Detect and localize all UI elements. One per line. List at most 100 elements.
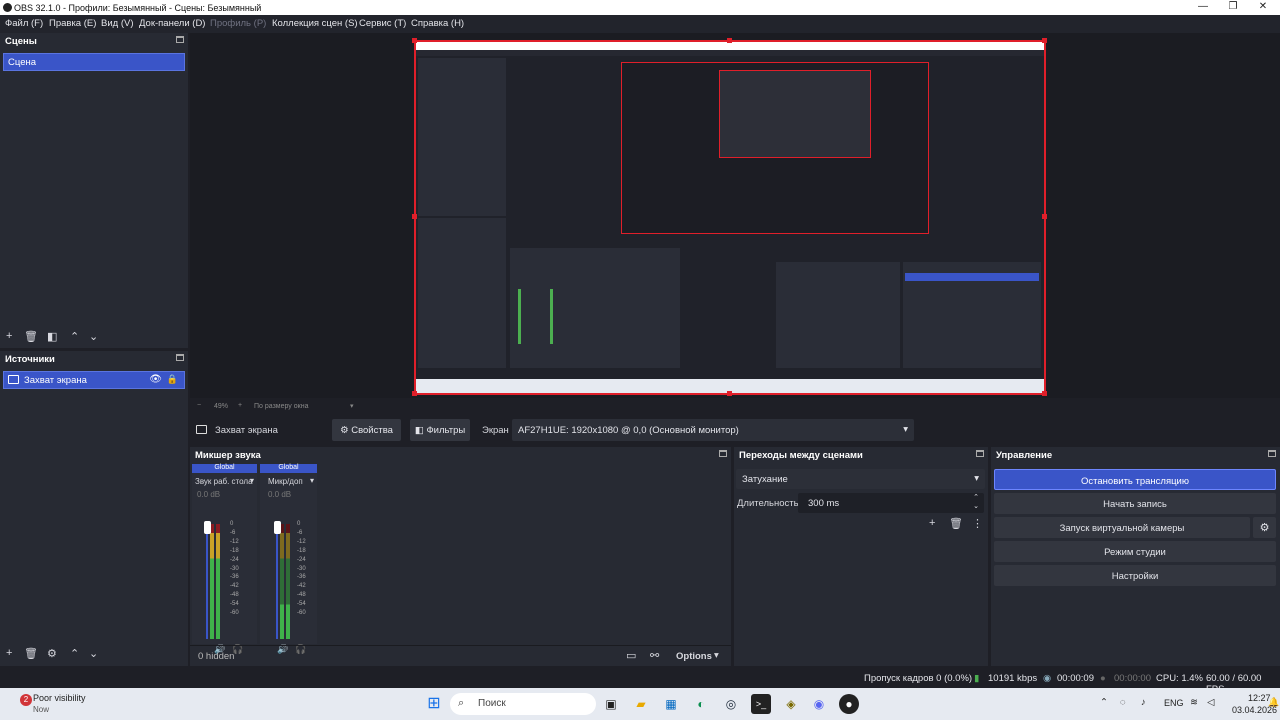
add-scene-icon[interactable]: + xyxy=(6,330,12,342)
properties-button[interactable]: ⚙ Свойства xyxy=(332,419,401,441)
store-icon[interactable]: ▦ xyxy=(661,694,681,714)
chevron-up-icon[interactable]: ⌃ xyxy=(1100,697,1108,708)
remove-scene-icon[interactable]: 🗑 xyxy=(24,330,38,343)
windows-start-icon[interactable]: ⊞ xyxy=(424,694,444,714)
microphone-icon[interactable]: ♪ xyxy=(1141,697,1146,708)
source-item[interactable]: Захват экрана 👁 🔒 xyxy=(3,371,185,389)
filters-button[interactable]: ◧ Фильтры xyxy=(410,419,470,441)
preview-screen-capture[interactable] xyxy=(414,40,1046,395)
screen-select[interactable]: AF27H1UE: 1920x1080 @ 0,0 (Основной мони… xyxy=(512,419,914,441)
maximize-icon[interactable]: ❐ xyxy=(1223,1,1243,12)
menu-file[interactable]: Файл (F) xyxy=(5,18,43,29)
move-down-icon[interactable]: ⌄ xyxy=(89,330,98,343)
window-title: OBS 32.1.0 - Профили: Безымянный - Сцены… xyxy=(14,3,262,13)
zoom-in-icon[interactable]: + xyxy=(238,402,242,409)
close-icon[interactable]: ✕ xyxy=(1253,1,1273,12)
transition-select[interactable]: Затухание ▾ xyxy=(736,469,985,489)
start-record-button[interactable]: Начать запись xyxy=(994,493,1276,514)
transitions-title: Переходы между сценами xyxy=(739,450,863,461)
source-properties-icon[interactable]: ⚙ xyxy=(47,647,57,660)
channel-tag: Global xyxy=(192,464,257,473)
lock-icon[interactable]: 🔒 xyxy=(167,374,178,385)
discord-icon[interactable]: ◉ xyxy=(809,694,829,714)
notifications-icon[interactable]: 🔔 xyxy=(1268,697,1279,708)
remove-source-icon[interactable]: 🗑 xyxy=(24,647,38,660)
weather-title[interactable]: Poor visibility xyxy=(33,693,86,703)
chevron-down-icon[interactable]: ▾ xyxy=(250,476,254,485)
scene-item[interactable]: Сцена xyxy=(3,53,185,71)
monitor-icon xyxy=(196,425,207,434)
menu-view[interactable]: Вид (V) xyxy=(101,18,134,29)
settings-button[interactable]: Настройки xyxy=(994,565,1276,586)
search-box[interactable]: ⌕ Поиск xyxy=(450,693,596,715)
edge-icon[interactable]: ◐ xyxy=(691,694,711,714)
channel-tag: Global xyxy=(260,464,317,473)
filter-scene-icon[interactable]: ◧ xyxy=(47,330,57,343)
more-icon[interactable]: ⋮ xyxy=(972,517,983,530)
task-view-icon[interactable]: ▣ xyxy=(601,694,621,714)
undock-icon[interactable] xyxy=(719,450,727,457)
chevron-down-icon[interactable]: ▾ xyxy=(350,402,354,410)
undock-icon[interactable] xyxy=(1268,450,1276,457)
terminal-icon[interactable]: >_ xyxy=(751,694,771,714)
duration-value: 300 ms xyxy=(808,498,840,509)
options-button[interactable]: Options xyxy=(676,651,712,662)
link-icon[interactable]: ⚯ xyxy=(650,649,659,662)
volume-slider[interactable] xyxy=(274,521,281,534)
menu-scene-collection[interactable]: Коллекция сцен (S) xyxy=(272,18,358,29)
wifi-icon[interactable]: ≋ xyxy=(1190,697,1198,708)
windows-taskbar: 2 Poor visibility Now ⊞ ⌕ Поиск ▣ ▰ ▦ ◐ … xyxy=(0,688,1280,720)
menu-docks[interactable]: Док-панели (D) xyxy=(139,18,205,29)
stop-stream-button[interactable]: Остановить трансляцию xyxy=(994,469,1276,490)
monitor-icon xyxy=(8,375,19,384)
app-icon[interactable]: ◈ xyxy=(781,694,801,714)
chevron-down-icon[interactable]: ▾ xyxy=(310,476,314,485)
add-source-icon[interactable]: + xyxy=(6,647,12,659)
duration-label: Длительность xyxy=(737,498,799,509)
language-indicator[interactable]: ENG xyxy=(1164,698,1184,708)
sources-dock: Источники Захват экрана 👁 🔒 + 🗑 ⚙ ⌃ ⌄ xyxy=(0,351,188,666)
db-scale: 0 -6 -12 -18 -24 -30 -36 -42 -48 -54 -60 xyxy=(297,521,306,617)
duration-input[interactable]: 300 ms ⌃ ⌄ xyxy=(798,493,984,513)
search-placeholder: Поиск xyxy=(478,698,506,709)
obs-taskbar-icon[interactable]: ● xyxy=(839,694,859,714)
transitions-header: Переходы между сценами xyxy=(734,447,988,463)
stepper-icon[interactable]: ⌃ ⌄ xyxy=(973,493,979,511)
move-up-icon[interactable]: ⌃ xyxy=(70,647,79,660)
menu-tools[interactable]: Сервис (T) xyxy=(359,18,406,29)
transitions-dock: Переходы между сценами Затухание ▾ Длите… xyxy=(734,447,988,666)
steam-icon[interactable]: ◎ xyxy=(721,694,741,714)
remove-transition-icon[interactable]: 🗑 xyxy=(949,517,963,530)
network-icon[interactable]: ◌ xyxy=(1120,697,1126,708)
channel-name[interactable]: Микр/доп xyxy=(268,477,303,486)
eye-icon[interactable]: 👁 xyxy=(149,374,162,385)
db-scale: 0 -6 -12 -18 -24 -30 -36 -42 -48 -54 -60 xyxy=(230,521,239,617)
volume-slider[interactable] xyxy=(204,521,211,534)
studio-mode-button[interactable]: Режим студии xyxy=(994,541,1276,562)
fit-mode-select[interactable]: По размеру окна xyxy=(254,403,308,410)
menu-help[interactable]: Справка (H) xyxy=(411,18,464,29)
virtual-camera-button[interactable]: Запуск виртуальной камеры xyxy=(994,517,1250,538)
cpu-usage: CPU: 1.4% xyxy=(1156,673,1203,684)
zoom-out-icon[interactable]: − xyxy=(197,402,201,409)
menu-bar: Файл (F) Правка (E) Вид (V) Док-панели (… xyxy=(0,15,1280,33)
screen-select-value: AF27H1UE: 1920x1080 @ 0,0 (Основной мони… xyxy=(518,425,739,436)
layout-icon[interactable]: ▭ xyxy=(626,649,636,662)
zoom-bar: − 49% + По размеру окна ▾ xyxy=(190,400,1280,414)
undock-icon[interactable] xyxy=(176,354,184,361)
channel-name[interactable]: Звук раб. стола xyxy=(195,477,253,486)
file-explorer-icon[interactable]: ▰ xyxy=(631,694,651,714)
add-transition-icon[interactable]: + xyxy=(929,517,935,529)
minimize-icon[interactable]: — xyxy=(1193,1,1213,12)
chevron-down-icon[interactable]: ▾ xyxy=(714,650,719,661)
menu-edit[interactable]: Правка (E) xyxy=(49,18,96,29)
sources-header: Источники xyxy=(0,351,188,367)
scenes-dock: Сцены Сцена + 🗑 ◧ ⌃ ⌄ xyxy=(0,33,188,348)
undock-icon[interactable] xyxy=(176,36,184,43)
undock-icon[interactable] xyxy=(976,450,984,457)
virtual-camera-settings-icon[interactable]: ⚙ xyxy=(1253,517,1276,538)
move-up-icon[interactable]: ⌃ xyxy=(70,330,79,343)
menu-profile[interactable]: Профиль (P) xyxy=(210,18,266,29)
volume-icon[interactable]: ◁ xyxy=(1207,697,1214,708)
move-down-icon[interactable]: ⌄ xyxy=(89,647,98,660)
